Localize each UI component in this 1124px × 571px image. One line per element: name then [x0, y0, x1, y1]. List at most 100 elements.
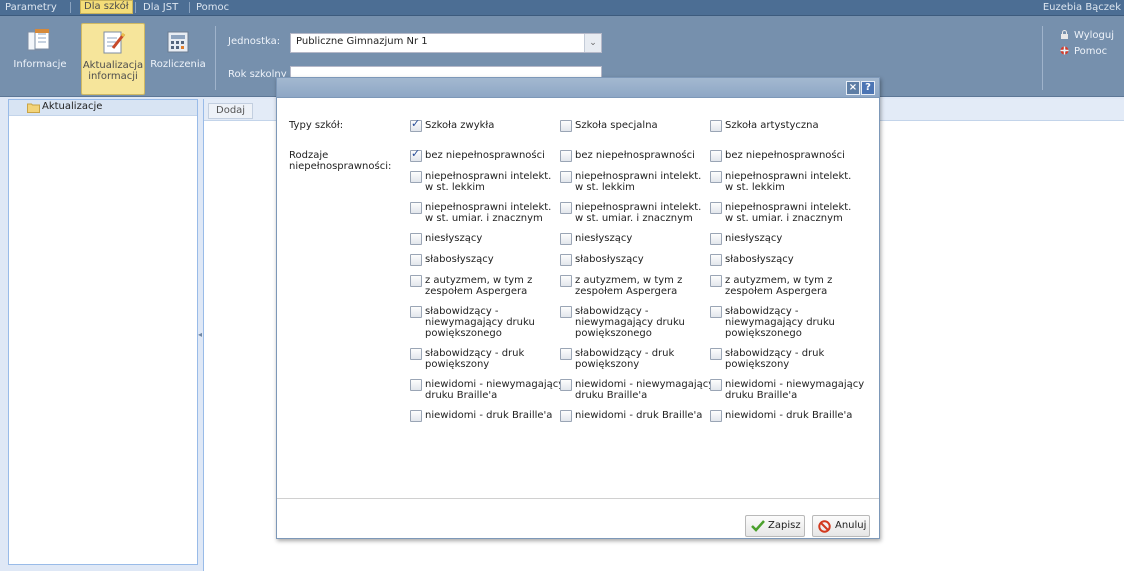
- checkbox-box[interactable]: [410, 202, 422, 214]
- informacje-button[interactable]: Informacje: [10, 23, 70, 93]
- checkbox-label: Szkoła artystyczna: [725, 120, 819, 131]
- checkbox-label-line: niesłyszący: [425, 233, 483, 244]
- checkbox-box[interactable]: [410, 379, 422, 391]
- dialog-titlebar[interactable]: × ?: [277, 78, 879, 98]
- checkbox-box[interactable]: [560, 202, 572, 214]
- jednostka-value: Publiczne Gimnazjum Nr 1: [296, 36, 428, 47]
- school-types-label: Typy szkół:: [289, 120, 344, 131]
- checkbox-label-line: z autyzmem, w tym z: [575, 275, 683, 286]
- checkbox-label-line: powiększonego: [725, 328, 802, 339]
- checkbox-box[interactable]: [410, 306, 422, 318]
- tree-node-aktualizacje[interactable]: Aktualizacje: [9, 100, 197, 116]
- menu-separator: [70, 2, 71, 13]
- checkbox-box[interactable]: [410, 410, 422, 422]
- checkbox-box[interactable]: [560, 306, 572, 318]
- checkbox-label: niepełnosprawni intelekt. w st. lekkim: [725, 171, 865, 193]
- checkbox-box[interactable]: [410, 118, 422, 132]
- checkbox-box[interactable]: [710, 233, 722, 245]
- checkbox-box[interactable]: [410, 254, 422, 266]
- checkbox-label: niewidomi - niewymagający druku Braille'a: [425, 379, 565, 401]
- checkbox-label: słabosłyszący: [425, 254, 565, 265]
- menu-item-dla-szkol[interactable]: Dla szkół: [80, 0, 133, 14]
- checkbox-label: słabowidzący - niewymagający druku powięks…: [425, 306, 565, 339]
- school-types-dialog: × ? Typy szkół: Rodzaje niepełnosprawnoś…: [276, 77, 880, 539]
- checkbox-box[interactable]: [410, 171, 422, 183]
- pomoc-link[interactable]: Pomoc: [1060, 46, 1107, 57]
- checkbox-label: niesłyszący: [575, 233, 715, 244]
- disability-label-line1: Rodzaje: [289, 150, 329, 161]
- checkbox-box[interactable]: [410, 233, 422, 245]
- rozliczenia-button[interactable]: Rozliczenia: [150, 23, 206, 93]
- checkbox-label-line: zespołem Aspergera: [575, 286, 678, 297]
- checkbox-box[interactable]: [710, 202, 722, 214]
- checkbox-box[interactable]: [710, 150, 722, 162]
- checkbox-label-line: słabowidzący - druk: [725, 348, 825, 359]
- add-button[interactable]: Dodaj: [208, 103, 254, 119]
- checkbox-label-line: niepełnosprawni intelekt.: [425, 171, 552, 182]
- checkbox-label-line: bez niepełnosprawności: [575, 150, 695, 161]
- save-button[interactable]: Zapisz: [745, 515, 805, 537]
- checkbox-box[interactable]: [560, 254, 572, 266]
- checkbox-box[interactable]: [710, 379, 722, 391]
- checkbox-label-line: w st. lekkim: [725, 182, 785, 193]
- cancel-button[interactable]: Anuluj: [812, 515, 870, 537]
- checkbox-box[interactable]: [710, 306, 722, 318]
- toolbar-separator: [1042, 26, 1043, 90]
- checkbox-box[interactable]: [410, 348, 422, 360]
- checkbox-box[interactable]: [410, 148, 422, 162]
- checkbox-label-line: powiększony: [425, 359, 490, 370]
- checkbox-label-line: powiększony: [575, 359, 640, 370]
- checkbox-box[interactable]: [560, 150, 572, 162]
- lifebuoy-icon: [1060, 46, 1069, 55]
- collapse-arrow-icon[interactable]: ◂: [198, 330, 202, 339]
- checkbox-box[interactable]: [560, 233, 572, 245]
- aktualizacja-informacji-button[interactable]: Aktualizacja informacji: [81, 23, 145, 95]
- menu-separator: [135, 2, 136, 13]
- menu-bar: Parametry Dla szkół Dla JST Pomoc Euzebi…: [0, 0, 1124, 16]
- checkbox-label: z autyzmem, w tym z zespołem Aspergera: [425, 275, 565, 297]
- checkbox-label: słabosłyszący: [725, 254, 865, 265]
- help-icon[interactable]: ?: [861, 81, 875, 95]
- checkbox-label: słabowidzący - druk powiększony: [575, 348, 715, 370]
- checkbox-box[interactable]: [560, 171, 572, 183]
- menu-item-parametry[interactable]: Parametry: [5, 0, 57, 15]
- chevron-down-icon[interactable]: ⌄: [584, 34, 601, 52]
- save-label: Zapisz: [768, 520, 801, 531]
- checkbox-label-line: słabosłyszący: [425, 254, 494, 265]
- checkbox-box[interactable]: [710, 120, 722, 132]
- menu-item-pomoc[interactable]: Pomoc: [196, 0, 229, 15]
- checkbox-label-line: niesłyszący: [725, 233, 783, 244]
- checkmark-icon: [751, 520, 765, 532]
- checkbox-label-line: słabowidzący - druk: [575, 348, 675, 359]
- lock-icon: [1061, 30, 1068, 39]
- wyloguj-link[interactable]: Wyloguj: [1060, 30, 1114, 41]
- checkbox-box[interactable]: [710, 348, 722, 360]
- checkbox-label-line: w st. umiar. i znacznym: [725, 213, 843, 224]
- checkbox-label: niepełnosprawni intelekt. w st. umiar. i …: [425, 202, 565, 224]
- documents-icon: [27, 28, 50, 51]
- checkbox-label-line: słabosłyszący: [725, 254, 794, 265]
- checkbox-label: z autyzmem, w tym z zespołem Aspergera: [725, 275, 865, 297]
- checkbox-box[interactable]: [710, 275, 722, 287]
- checkbox-label-line: słabowidzący -: [725, 306, 799, 317]
- checkbox-label-line: druku Braille'a: [425, 390, 498, 401]
- checkbox-box[interactable]: [710, 171, 722, 183]
- panel-splitter[interactable]: ◂: [198, 99, 202, 563]
- checkbox-box[interactable]: [560, 410, 572, 422]
- folder-icon: [27, 103, 40, 113]
- checkbox-label-line: niepełnosprawni intelekt.: [725, 202, 852, 213]
- checkbox-box[interactable]: [410, 275, 422, 287]
- jednostka-combo[interactable]: Publiczne Gimnazjum Nr 1 ⌄: [290, 33, 602, 53]
- checkbox-box[interactable]: [560, 275, 572, 287]
- menu-separator: [189, 2, 190, 13]
- checkbox-box[interactable]: [560, 120, 572, 132]
- checkbox-box[interactable]: [710, 254, 722, 266]
- checkbox-label-line: niewymagający druku: [575, 317, 685, 328]
- checkbox-box[interactable]: [560, 348, 572, 360]
- checkbox-box[interactable]: [710, 410, 722, 422]
- checkbox-box[interactable]: [560, 379, 572, 391]
- checkbox-label-line: bez niepełnosprawności: [425, 150, 545, 161]
- aktualizacja-label-line1: Aktualizacja: [82, 60, 144, 71]
- close-icon[interactable]: ×: [846, 81, 860, 95]
- menu-item-dla-jst[interactable]: Dla JST: [143, 0, 178, 15]
